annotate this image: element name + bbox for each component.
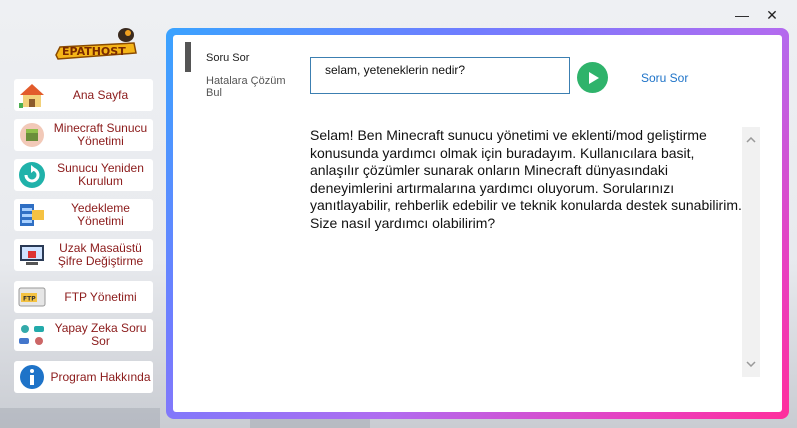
send-button[interactable] <box>577 62 608 93</box>
sidebar-item-backup[interactable]: Yedekleme Yönetimi <box>14 199 153 231</box>
sidebar-item-about[interactable]: Program Hakkında <box>14 361 153 393</box>
sidebar-item-label: Sunucu Yeniden Kurulum <box>57 161 144 188</box>
active-tab-indicator <box>185 42 191 72</box>
sidebar-item-label: Uzak Masaüstü Şifre Değiştirme <box>57 241 144 268</box>
info-icon <box>16 363 48 391</box>
sidebar-item-label: Minecraft Sunucu Yönetimi <box>53 121 148 148</box>
sidebar-item-label: Yapay Zeka Soru Sor <box>54 321 147 348</box>
sidebar-item-ai[interactable]: Yapay Zeka Soru Sor <box>14 319 153 351</box>
ask-question-link[interactable]: Soru Sor <box>641 71 688 85</box>
sidebar-item-ftp[interactable]: FTP FTP Yönetimi <box>14 281 153 313</box>
scroll-up-icon[interactable] <box>742 131 760 149</box>
svg-text:FTP: FTP <box>23 296 36 303</box>
refresh-icon <box>16 161 48 189</box>
play-icon <box>588 71 599 84</box>
answer-text: Selam! Ben Minecraft sunucu yönetimi ve … <box>310 127 742 231</box>
tab-ask-question[interactable]: Soru Sor <box>206 52 249 64</box>
ai-robot-icon <box>16 321 48 349</box>
tab-find-error-solution[interactable]: Hatalara Çözüm Bul <box>206 75 296 99</box>
sidebar-item-label: Program Hakkında <box>50 369 151 384</box>
sidebar-item-label: Yedekleme Yönetimi <box>71 201 130 228</box>
question-input[interactable]: selam, yeteneklerin nedir? <box>310 57 570 94</box>
remote-desktop-lock-icon <box>16 241 48 269</box>
minimize-button[interactable]: — <box>728 4 756 26</box>
house-icon <box>16 81 48 109</box>
sidebar-item-label: Ana Sayfa <box>72 87 129 102</box>
minecraft-block-icon <box>16 121 48 149</box>
sidebar-item-remote-desktop[interactable]: Uzak Masaüstü Şifre Değiştirme <box>14 239 153 271</box>
scroll-down-icon[interactable] <box>742 355 760 373</box>
ftp-icon: FTP <box>16 283 48 311</box>
sidebar-item-reinstall[interactable]: Sunucu Yeniden Kurulum <box>14 159 153 191</box>
answer-scrollbar[interactable] <box>742 127 760 377</box>
sidebar-item-label: FTP Yönetimi <box>64 289 137 304</box>
background-silhouette-left <box>0 408 160 428</box>
main-panel: Soru Sor Hatalara Çözüm Bul selam, yeten… <box>173 35 782 412</box>
sidebar-item-minecraft[interactable]: Minecraft Sunucu Yönetimi <box>14 119 153 151</box>
svg-text:EPATHOST: EPATHOST <box>62 45 126 58</box>
sidebar-item-home[interactable]: Ana Sayfa <box>14 79 153 111</box>
main-panel-frame: Soru Sor Hatalara Çözüm Bul selam, yeten… <box>166 28 789 419</box>
backup-icon <box>16 201 48 229</box>
app-logo: EPATHOST <box>50 25 140 65</box>
close-button[interactable]: ✕ <box>758 4 786 26</box>
